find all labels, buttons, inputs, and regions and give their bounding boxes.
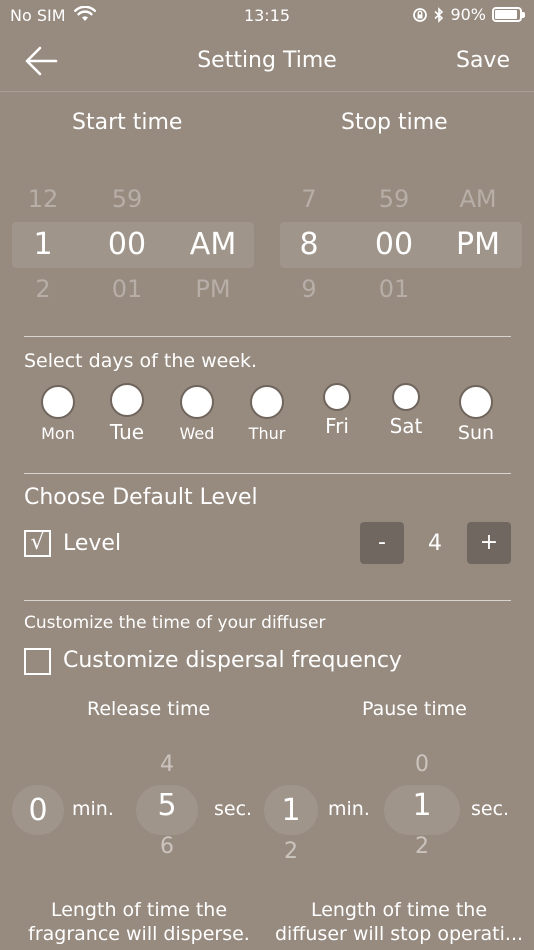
status-bar: No SIM 13:15 90% — [0, 0, 534, 32]
customize-checkbox[interactable] — [24, 648, 51, 675]
release-description: Length of time the fragrance will disper… — [28, 899, 250, 945]
start-hour-wheel[interactable]: 12 1 2 — [12, 185, 74, 303]
customize-checkbox-label: Customize dispersal frequency — [63, 648, 402, 673]
stop-hour-wheel[interactable]: 7 8 9 — [278, 185, 340, 303]
day-tue[interactable]: Tue — [97, 383, 157, 444]
day-thur[interactable]: Thur — [237, 385, 297, 443]
divider — [24, 336, 511, 337]
orientation-lock-icon — [413, 7, 428, 22]
page-title: Setting Time — [197, 48, 337, 73]
radio-circle[interactable] — [392, 383, 420, 411]
divider — [24, 473, 511, 474]
stop-period-wheel[interactable]: AM PM — [445, 185, 511, 275]
pause-min-wheel[interactable]: 1 2 — [264, 793, 318, 864]
release-sec-wheel[interactable]: 4 5 6 — [136, 752, 198, 859]
radio-circle[interactable] — [250, 385, 284, 419]
start-time-label: Start time — [72, 110, 183, 135]
radio-circle[interactable] — [41, 385, 75, 419]
release-time-label: Release time — [87, 698, 211, 720]
day-wed[interactable]: Wed — [167, 385, 227, 443]
customize-hint: Customize the time of your diffuser — [24, 613, 326, 633]
radio-circle[interactable] — [110, 383, 144, 417]
start-period-wheel[interactable]: AM PM — [180, 185, 246, 303]
bluetooth-icon — [434, 6, 444, 23]
day-sun[interactable]: Sun — [446, 385, 506, 444]
stop-time-label: Stop time — [341, 110, 448, 135]
release-min-wheel[interactable]: 0 — [12, 793, 64, 828]
release-min-unit: min. — [72, 798, 114, 820]
days-title: Select days of the week. — [24, 350, 258, 372]
pause-description: Length of time the diffuser will stop op… — [274, 899, 524, 945]
level-checkbox[interactable]: √ — [24, 530, 51, 557]
save-button[interactable]: Save — [456, 48, 510, 73]
level-title: Choose Default Level — [24, 485, 258, 510]
pause-min-unit: min. — [328, 798, 370, 820]
start-minute-wheel[interactable]: 59 00 01 — [96, 185, 158, 303]
radio-circle[interactable] — [180, 385, 214, 419]
level-value: 4 — [428, 531, 442, 556]
radio-circle[interactable] — [323, 383, 351, 411]
release-sec-unit: sec. — [214, 798, 253, 820]
day-sat[interactable]: Sat — [376, 383, 436, 438]
day-mon[interactable]: Mon — [28, 385, 88, 443]
pause-sec-wheel[interactable]: 0 1 2 — [384, 752, 460, 859]
nav-bar: Setting Time Save — [0, 32, 534, 92]
pause-sec-unit: sec. — [471, 798, 510, 820]
stop-minute-wheel[interactable]: 59 00 01 — [363, 185, 425, 303]
divider — [24, 600, 511, 601]
day-fri[interactable]: Fri — [307, 383, 367, 438]
battery-icon — [492, 7, 525, 22]
battery-percent: 90% — [450, 5, 486, 24]
pause-time-label: Pause time — [362, 698, 467, 720]
radio-circle[interactable] — [459, 385, 493, 419]
level-label: Level — [63, 531, 122, 556]
level-decrease-button[interactable]: - — [360, 522, 404, 564]
level-increase-button[interactable]: + — [467, 522, 511, 564]
